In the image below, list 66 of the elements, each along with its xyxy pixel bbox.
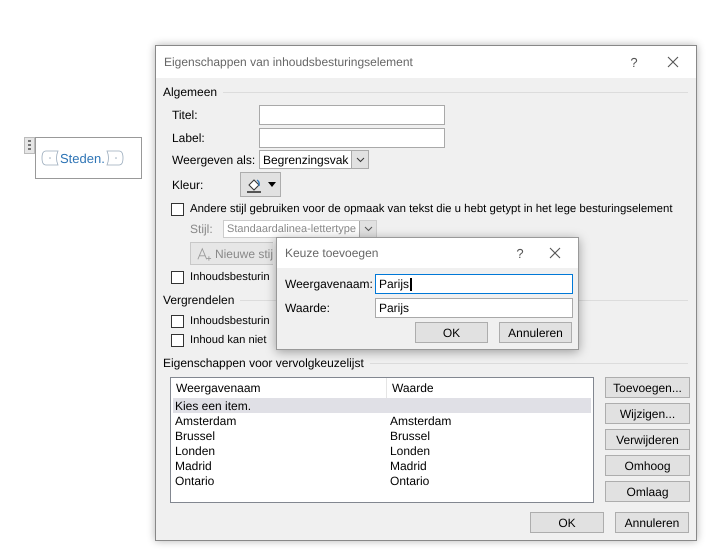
cancel-button[interactable]: Annuleren [499,322,572,343]
checkbox[interactable] [171,202,184,216]
checkbox-label: Andere stijl gebruiken voor de opmaak van tekst die u hebt getypt in het lege besturingselement [190,203,673,215]
table-cell-text: Amsterdam [389,414,452,428]
chevron-down-icon [364,226,373,232]
list-row[interactable]: Madrid Madrid [173,458,591,473]
list-action-button[interactable]: Verwijderen [605,429,690,450]
cancel-button[interactable]: Annuleren [615,512,689,533]
list-row[interactable]: Brussel Brussel [173,428,591,443]
table-cell-text: Ontario [389,474,430,488]
font-plus-icon [197,246,212,262]
list-row[interactable]: Londen Londen [173,443,591,458]
paint-bucket-icon [246,176,262,192]
help-button[interactable]: ? [624,53,644,71]
field-label: Label: [172,131,206,145]
list-row[interactable]: Ontario Ontario [173,473,591,488]
table-cell-text: Madrid [389,458,427,472]
checkbox-label: Inhoudsbesturin [190,271,270,283]
checkbox-label: Inhoud kan niet [190,334,267,346]
right-tab-icon [106,150,124,166]
color-button[interactable] [240,172,281,197]
drag-handle-icon[interactable] [24,137,35,154]
section-heading: Eigenschappen voor vervolgkeuzelijst [163,356,364,370]
window-title: Eigenschappen van inhoudsbesturingselement [164,55,414,69]
ok-button[interactable]: OK [415,322,488,343]
section-heading: Algemeen [163,85,218,99]
list-action-button[interactable]: Omlaag [605,481,690,502]
checkbox[interactable] [171,270,184,284]
help-button[interactable]: ? [510,244,530,262]
section-heading: Vergrendelen [163,293,234,307]
field-label: Kleur: [172,178,204,192]
table-cell-text: Amsterdam [174,414,238,428]
content-control-text[interactable]: Steden. [59,150,106,166]
checkbox[interactable] [171,314,184,328]
table-cell-text: Brussel [389,428,430,442]
list-action-button[interactable]: Toevoegen... [605,377,690,398]
checkbox[interactable] [171,334,184,346]
close-icon [549,247,561,259]
field-label: Titel: [172,108,199,122]
close-icon [667,56,679,68]
table-cell-text: Madrid [174,458,213,472]
field-label: Weergavenaam: [285,277,374,291]
text-field[interactable]: Parijs [375,274,573,294]
text-field[interactable] [259,105,445,125]
list-action-button[interactable]: Wijzigen... [605,403,690,424]
ok-button[interactable]: OK [530,512,604,533]
list-row[interactable]: Amsterdam Amsterdam [173,413,591,428]
caret-icon [268,182,276,187]
table-cell-text: Ontario [174,474,216,488]
text-field[interactable] [259,128,445,148]
display-dropdown[interactable]: Begrenzingsvak [259,150,370,169]
left-tab-icon [41,150,59,166]
list-row[interactable]: Kies een item. [173,398,591,413]
chevron-down-icon [356,156,365,162]
text-field[interactable]: Parijs [375,298,573,318]
field-label: Stijl: [190,222,214,236]
field-label: Weergeven als: [172,152,256,166]
checkbox-label: Inhoudsbesturin [190,315,270,327]
window-title: Keuze toevoegen [285,246,380,260]
column-header[interactable]: Waarde [387,381,434,395]
table-cell-text: Brussel [174,428,216,442]
table-cell-text: Londen [174,444,216,458]
table-cell-text: Londen [389,444,430,458]
list-action-button[interactable]: Omhoog [605,455,690,476]
table-cell-text: Kies een item. [174,398,252,412]
field-label: Waarde: [285,301,331,315]
